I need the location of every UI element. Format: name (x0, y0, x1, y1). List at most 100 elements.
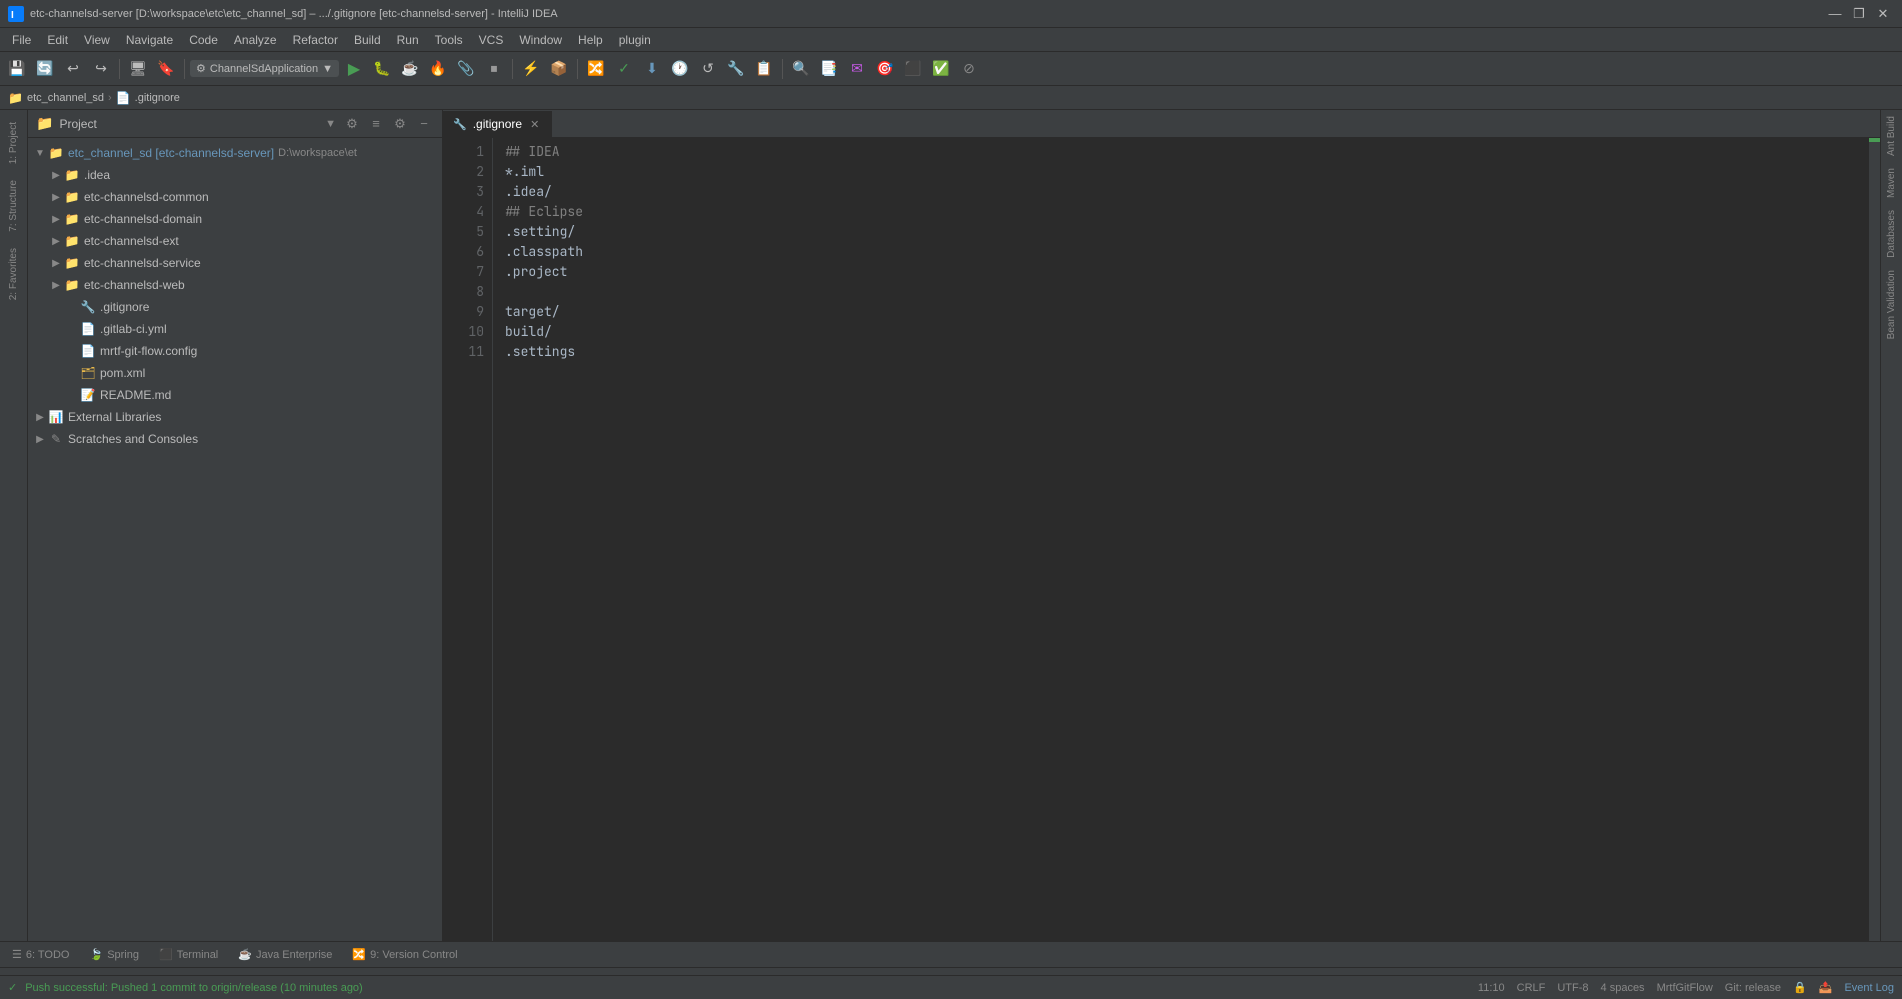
toolbar-stop-btn[interactable]: ⏹ (481, 56, 507, 82)
tree-item-external[interactable]: ▶ 📊 External Libraries (28, 406, 442, 428)
toolbar-git-update-btn[interactable]: ⬇ (639, 56, 665, 82)
status-line-ending[interactable]: CRLF (1517, 982, 1546, 994)
bottom-tab-version-control[interactable]: 🔀 9: Version Control (344, 944, 465, 966)
menu-view[interactable]: View (76, 31, 118, 49)
tree-item-gitlab[interactable]: ▶ 📄 .gitlab-ci.yml (28, 318, 442, 340)
minimize-button[interactable]: — (1824, 3, 1846, 25)
menu-analyze[interactable]: Analyze (226, 31, 285, 49)
toolbar-search-btn[interactable]: 🔍 (788, 56, 814, 82)
tab-file-icon: 🔧 (453, 118, 467, 131)
toolbar-rd-btn[interactable]: 🎯 (872, 56, 898, 82)
toolbar-save-btn[interactable]: 💾 (4, 56, 30, 82)
menu-code[interactable]: Code (181, 31, 226, 49)
horizontal-scrollbar[interactable] (0, 967, 1902, 975)
app-icon: I (8, 6, 24, 22)
tree-item-web[interactable]: ▶ 📁 etc-channelsd-web (28, 274, 442, 296)
toolbar-build1-btn[interactable]: ⚡ (518, 56, 544, 82)
panel-gear-btn[interactable]: ⚙ (390, 114, 410, 134)
bottom-tab-spring[interactable]: 🍃 Spring (81, 944, 147, 966)
left-strip-project[interactable]: 1: Project (6, 114, 21, 172)
toolbar-copy-btn[interactable]: 📑 (816, 56, 842, 82)
panel-close-btn[interactable]: − (414, 114, 434, 134)
toolbar-bookmark-btn[interactable]: 🔖 (153, 56, 179, 82)
menu-navigate[interactable]: Navigate (118, 31, 181, 49)
tree-item-root[interactable]: ▼ 📁 etc_channel_sd [etc-channelsd-server… (28, 142, 442, 164)
arrow-service: ▶ (48, 255, 64, 271)
left-strip-structure[interactable]: 7: Structure (6, 172, 21, 240)
tree-item-ext[interactable]: ▶ 📁 etc-channelsd-ext (28, 230, 442, 252)
toolbar-git-settings-btn[interactable]: 🔧 (723, 56, 749, 82)
breadcrumb-file[interactable]: .gitignore (135, 92, 180, 104)
status-branch[interactable]: Git: release (1725, 982, 1781, 994)
toolbar-git-clock-btn[interactable]: 🕐 (667, 56, 693, 82)
toolbar-git-revert-btn[interactable]: ↺ (695, 56, 721, 82)
toolbar-git-check-btn[interactable]: ✓ (611, 56, 637, 82)
tree-item-service[interactable]: ▶ 📁 etc-channelsd-service (28, 252, 442, 274)
tree-label-idea: .idea (84, 168, 110, 182)
tree-item-scratches[interactable]: ▶ ✎ Scratches and Consoles (28, 428, 442, 450)
menu-window[interactable]: Window (511, 31, 570, 49)
status-indent[interactable]: 4 spaces (1601, 982, 1645, 994)
toolbar-debug-btn[interactable]: 🐛 (369, 56, 395, 82)
breadcrumb-project[interactable]: etc_channel_sd (27, 92, 104, 104)
right-sidebar-bean-validation[interactable]: Bean Validation (1884, 264, 1899, 345)
toolbar-run-btn[interactable]: ▶ (341, 56, 367, 82)
bottom-tab-java-enterprise[interactable]: ☕ Java Enterprise (230, 944, 340, 966)
bottom-tab-terminal[interactable]: ⬛ Terminal (151, 944, 226, 966)
run-config-selector[interactable]: ⚙ ChannelSdApplication ▼ (190, 60, 339, 77)
menu-refactor[interactable]: Refactor (285, 31, 346, 49)
menu-build[interactable]: Build (346, 31, 389, 49)
toolbar-forward-btn[interactable]: ↪ (88, 56, 114, 82)
right-sidebar-maven[interactable]: Maven (1884, 162, 1899, 204)
bottom-tab-todo[interactable]: ☰ 6: TODO (4, 944, 77, 966)
menu-help[interactable]: Help (570, 31, 611, 49)
close-button[interactable]: ✕ (1872, 3, 1894, 25)
editor-tab-gitignore[interactable]: 🔧 .gitignore ✕ (443, 111, 552, 137)
menu-edit[interactable]: Edit (39, 31, 76, 49)
tree-label-gitignore: .gitignore (100, 300, 149, 314)
right-sidebar-ant-build[interactable]: Ant Build (1884, 110, 1899, 162)
status-vcs[interactable]: MrtfGitFlow (1657, 982, 1713, 994)
toolbar-git-btn[interactable]: 🔀 (583, 56, 609, 82)
toolbar-window-btn[interactable]: 🖥 (125, 56, 151, 82)
tab-close-btn[interactable]: ✕ (528, 117, 541, 132)
toolbar-git-collect-btn[interactable]: 📋 (751, 56, 777, 82)
restore-button[interactable]: ❐ (1848, 3, 1870, 25)
panel-layout-btn[interactable]: ≡ (366, 114, 386, 134)
menu-vcs[interactable]: VCS (471, 31, 512, 49)
menu-file[interactable]: File (4, 31, 39, 49)
menu-tools[interactable]: Tools (427, 31, 471, 49)
tree-item-mrtf[interactable]: ▶ 📄 mrtf-git-flow.config (28, 340, 442, 362)
code-area[interactable]: ## IDEA *.iml .idea/ ## Eclipse .setting… (493, 138, 1868, 941)
status-message[interactable]: Push successful: Pushed 1 commit to orig… (25, 982, 363, 994)
toolbar-attach-btn[interactable]: 📎 (453, 56, 479, 82)
toolbar-build2-btn[interactable]: 📦 (546, 56, 572, 82)
status-position[interactable]: 11:10 (1478, 982, 1505, 994)
panel-settings-btn[interactable]: ⚙ (342, 114, 362, 134)
toolbar-coverage-btn[interactable]: ☕ (397, 56, 423, 82)
tree-item-common[interactable]: ▶ 📁 etc-channelsd-common (28, 186, 442, 208)
panel-dropdown-arrow[interactable]: ▼ (325, 118, 336, 130)
right-sidebar-databases[interactable]: Databases (1884, 204, 1899, 264)
tree-item-pom[interactable]: ▶ 🗂 pom.xml (28, 362, 442, 384)
status-lock-icon: 🔒 (1793, 981, 1807, 994)
status-event-log[interactable]: Event Log (1844, 982, 1894, 994)
menu-run[interactable]: Run (389, 31, 427, 49)
tree-item-readme[interactable]: ▶ 📝 README.md (28, 384, 442, 406)
tree-item-idea[interactable]: ▶ 📁 .idea (28, 164, 442, 186)
toolbar-ij-btn[interactable]: ⬛ (900, 56, 926, 82)
left-strip-favorites[interactable]: 2: Favorites (6, 240, 21, 308)
toolbar-sync-btn[interactable]: 🔄 (32, 56, 58, 82)
run-config-arrow: ▼ (322, 63, 333, 75)
status-right: 11:10 CRLF UTF-8 4 spaces MrtfGitFlow Gi… (1478, 981, 1894, 994)
toolbar-green-btn[interactable]: ✅ (928, 56, 954, 82)
toolbar-disable-btn[interactable]: ⊘ (956, 56, 982, 82)
toolbar-ms-btn[interactable]: ✉ (844, 56, 870, 82)
menu-plugin[interactable]: plugin (611, 31, 659, 49)
status-encoding[interactable]: UTF-8 (1557, 982, 1588, 994)
toolbar-refresh-btn[interactable]: ↩ (60, 56, 86, 82)
toolbar-profile-btn[interactable]: 🔥 (425, 56, 451, 82)
tree-item-gitignore[interactable]: ▶ 🔧 .gitignore (28, 296, 442, 318)
tree-item-domain[interactable]: ▶ 📁 etc-channelsd-domain (28, 208, 442, 230)
arrow-scratches: ▶ (32, 431, 48, 447)
